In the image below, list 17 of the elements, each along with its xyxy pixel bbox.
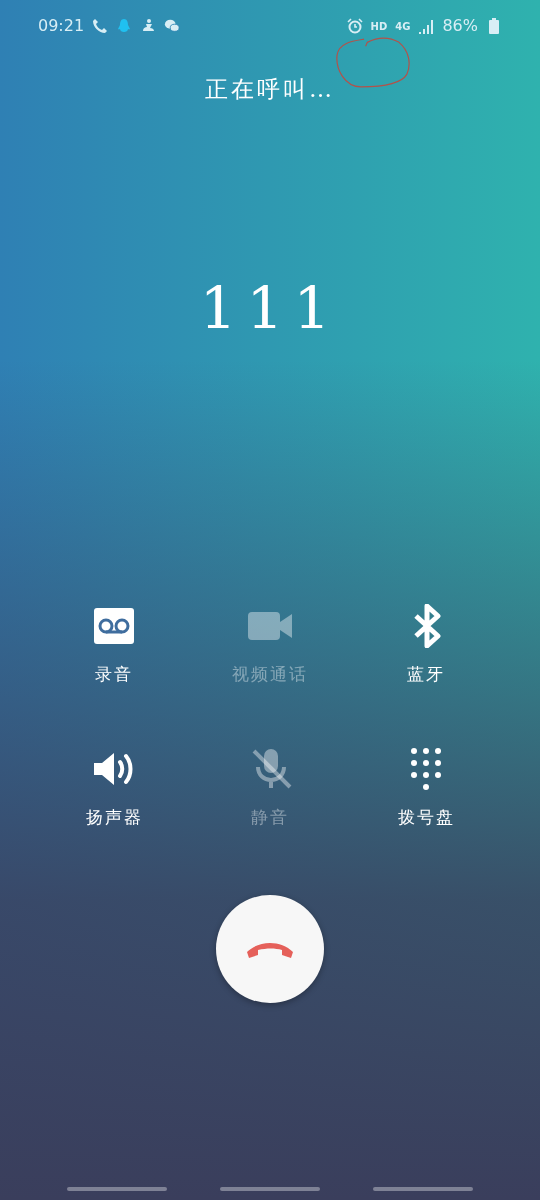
clock: 09:21	[38, 15, 85, 37]
network-type: 4G	[395, 19, 411, 34]
hd-indicator: HD	[370, 19, 388, 34]
chat-bubbles-icon	[164, 18, 181, 34]
signal-icon	[418, 18, 435, 34]
figure-icon	[140, 18, 157, 34]
call-status: 正在呼叫…	[205, 76, 335, 102]
call-option-button[interactable]: 蓝牙	[348, 603, 504, 687]
phone-number: 111	[199, 273, 341, 342]
call-option-button[interactable]: 拨号盘	[348, 747, 504, 831]
call-option-button[interactable]: 扬声器	[36, 747, 192, 831]
alarm-icon	[346, 18, 363, 34]
penguin-icon	[116, 18, 133, 34]
battery-percent: 86%	[442, 15, 478, 37]
battery-icon	[486, 18, 502, 34]
call-option-button[interactable]: 录音	[36, 603, 192, 687]
phone-icon	[92, 18, 109, 34]
